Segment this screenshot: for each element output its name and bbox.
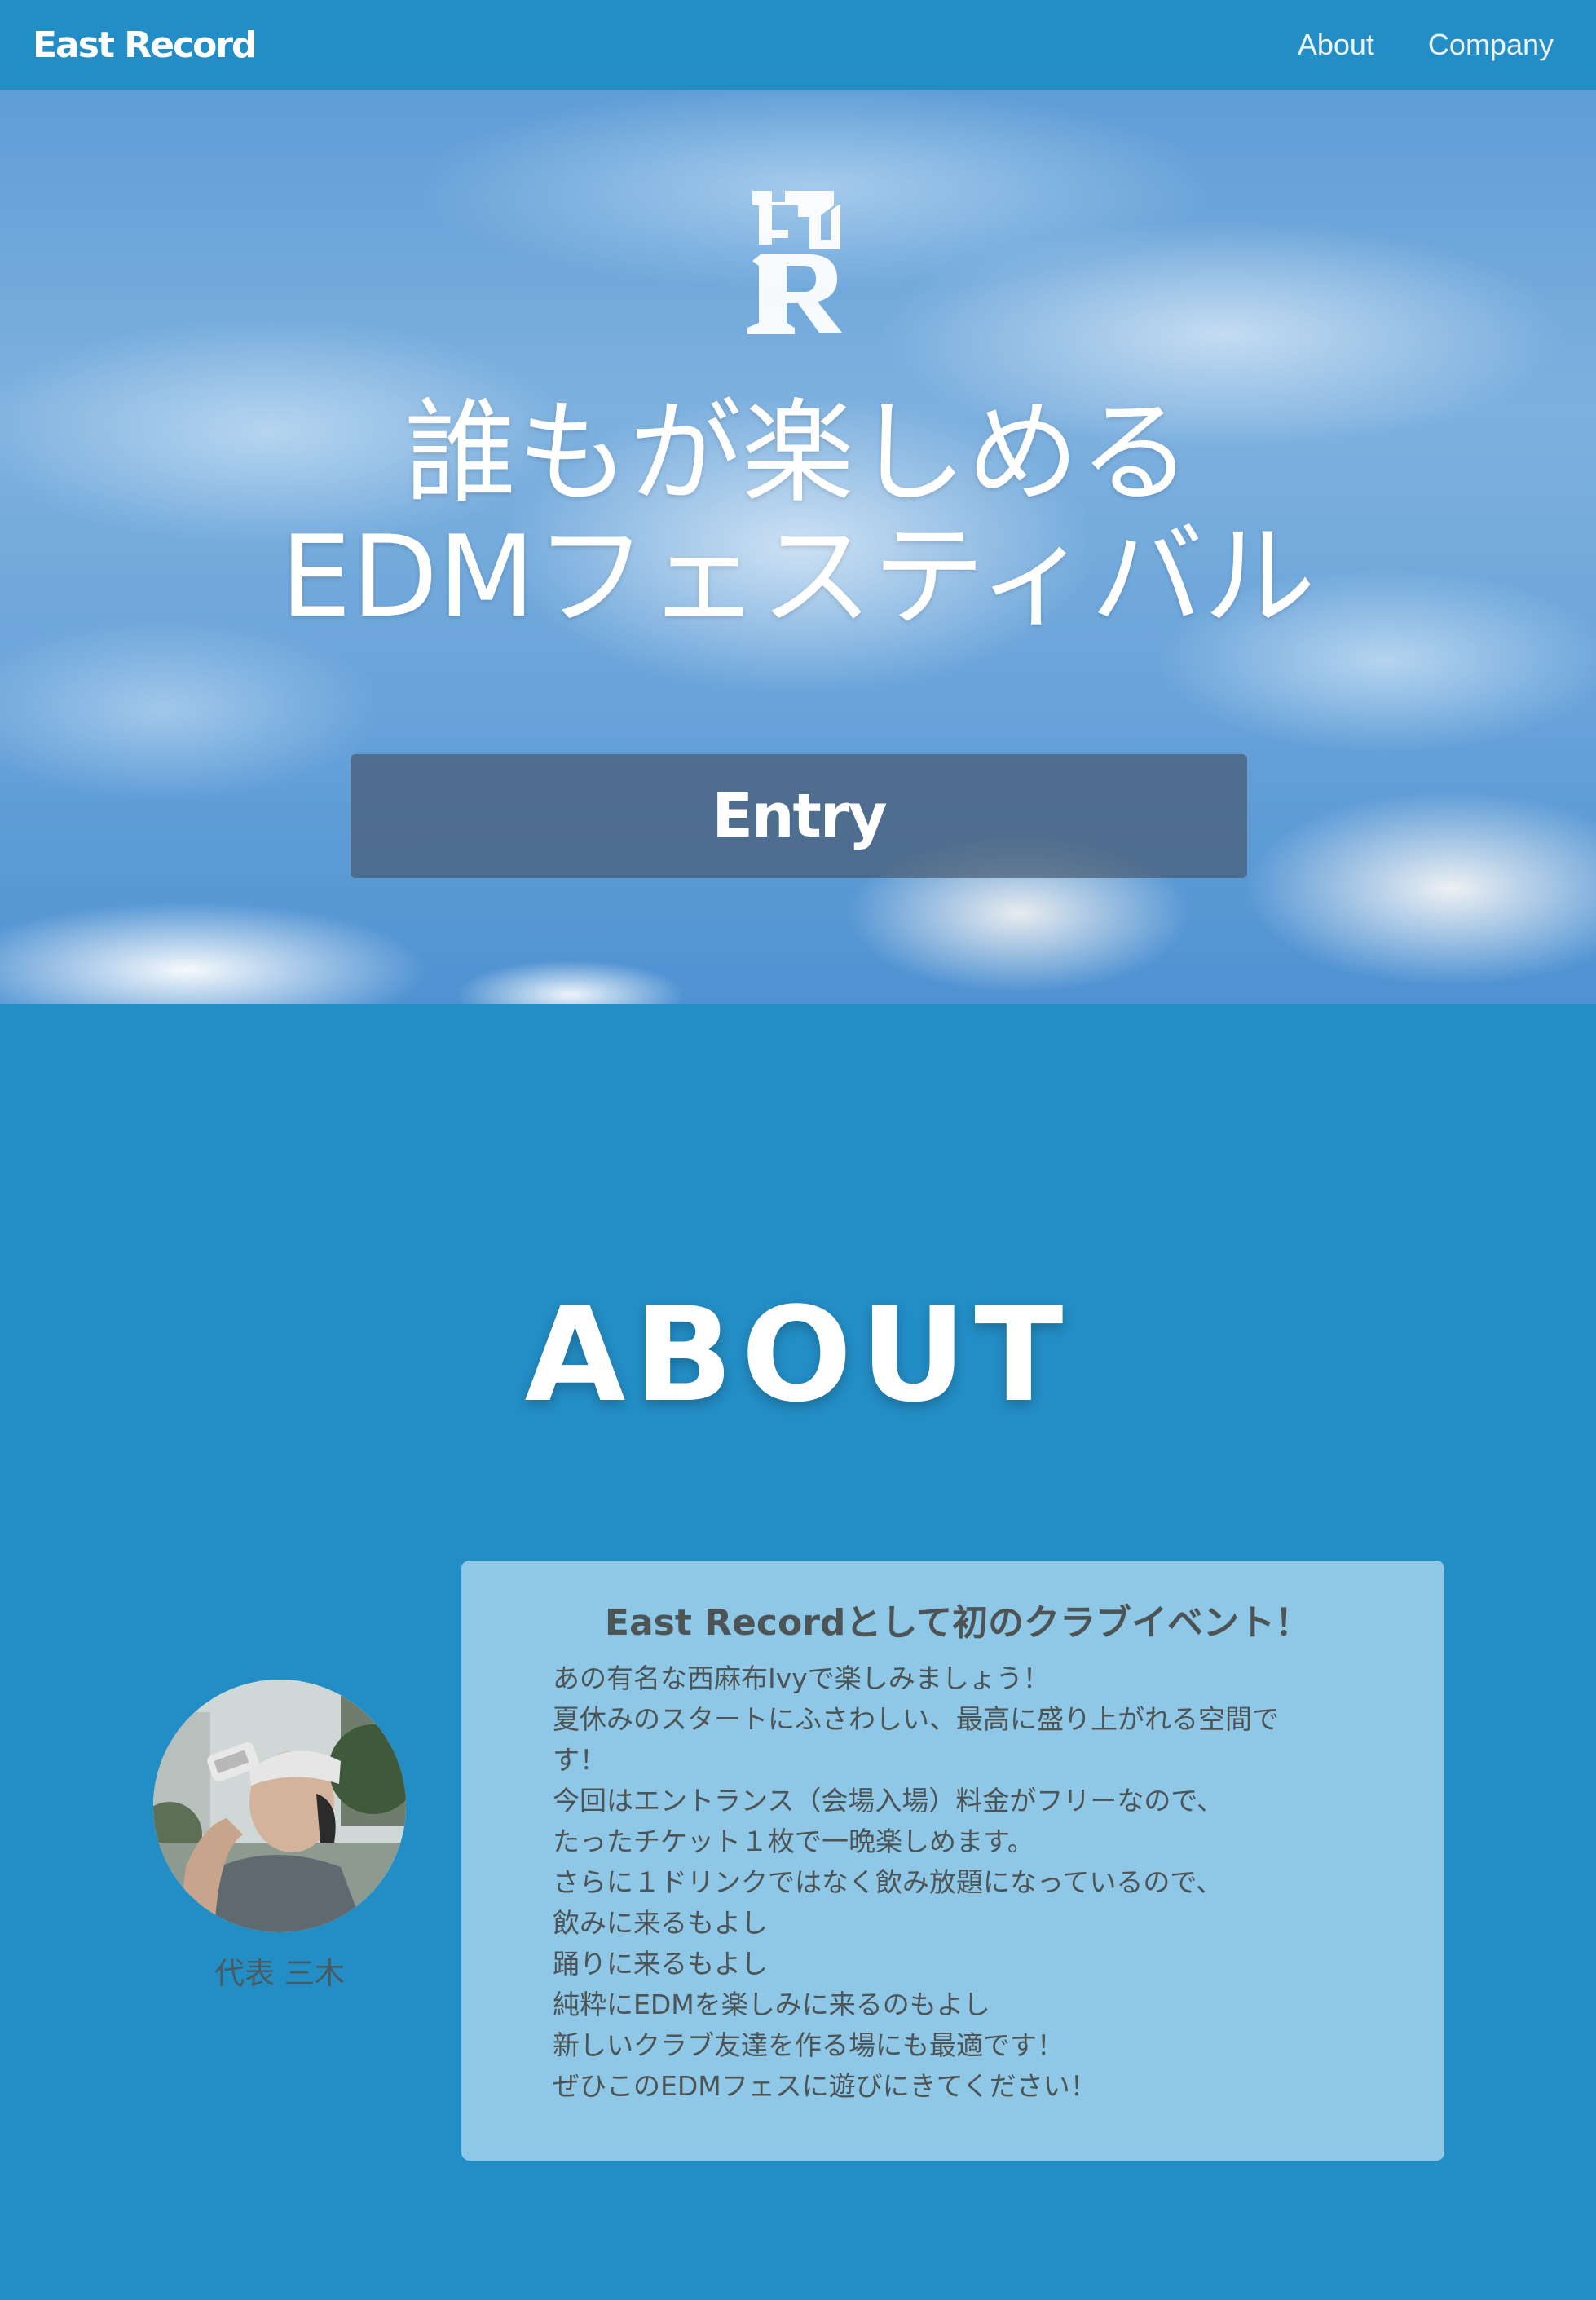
about-card: East Recordとして初のクラブイベント！ あの有名な西麻布Ivyで楽しみ… xyxy=(461,1561,1444,2161)
card-line: 踊りに来るもよし xyxy=(553,1948,768,1980)
hero-title-line-2: EDMフェスティバル xyxy=(280,511,1316,642)
card-line: 飲みに来るもよし xyxy=(553,1907,768,1939)
about-section: ABOUT 代表 三木 East Recordとして初のクラブイベント！ あの有… xyxy=(0,1004,1596,2300)
avatar xyxy=(153,1680,406,1932)
card-line: ぜひこのEDMフェスに遊びにきてください！ xyxy=(553,2070,1097,2102)
entry-button[interactable]: Entry xyxy=(351,754,1247,878)
top-navbar: East Record About Company xyxy=(0,0,1596,90)
card-line: 夏休みのスタートにふさわしい、最高に盛り上がれる空間で xyxy=(553,1703,1279,1735)
card-line: 純粋にEDMを楽しみに来るのもよし xyxy=(553,1989,990,2020)
card-line: す！ xyxy=(553,1744,606,1776)
card-text: あの有名な西麻布Ivyで楽しみましょう！ 夏休みのスタートにふさわしい、最高に盛… xyxy=(553,1658,1363,2107)
representative-photo xyxy=(153,1680,406,1932)
card-line: さらに１ドリンクではなく飲み放題になっているので、 xyxy=(553,1866,1223,1898)
east-record-er-logo-icon xyxy=(747,191,842,334)
nav-links: About Company xyxy=(1298,28,1563,62)
profile-caption: 代表 三木 xyxy=(214,1956,345,1991)
card-title: East Recordとして初のクラブイベント！ xyxy=(604,1602,1312,1644)
card-line: たったチケット１枚で一晩楽しめます。 xyxy=(553,1825,1034,1857)
card-line: あの有名な西麻布Ivyで楽しみましょう！ xyxy=(553,1662,1050,1694)
nav-link-company[interactable]: Company xyxy=(1428,28,1554,62)
card-line: 今回はエントランス（会場入場）料金がフリーなので、 xyxy=(553,1785,1224,1817)
nav-link-about[interactable]: About xyxy=(1298,28,1374,62)
brand-logo-link[interactable]: East Record xyxy=(33,24,258,66)
about-heading: ABOUT xyxy=(524,1278,1072,1431)
representative-profile: 代表 三木 xyxy=(153,1680,406,1993)
card-line: 新しいクラブ友達を作る場にも最適です！ xyxy=(553,2029,1064,2061)
hero-title-line-1: 誰もが楽しめる xyxy=(403,387,1192,519)
hero-title: 誰もが楽しめる EDMフェスティバル xyxy=(0,391,1596,639)
hero-section: 誰もが楽しめる EDMフェスティバル Entry xyxy=(0,90,1596,1004)
